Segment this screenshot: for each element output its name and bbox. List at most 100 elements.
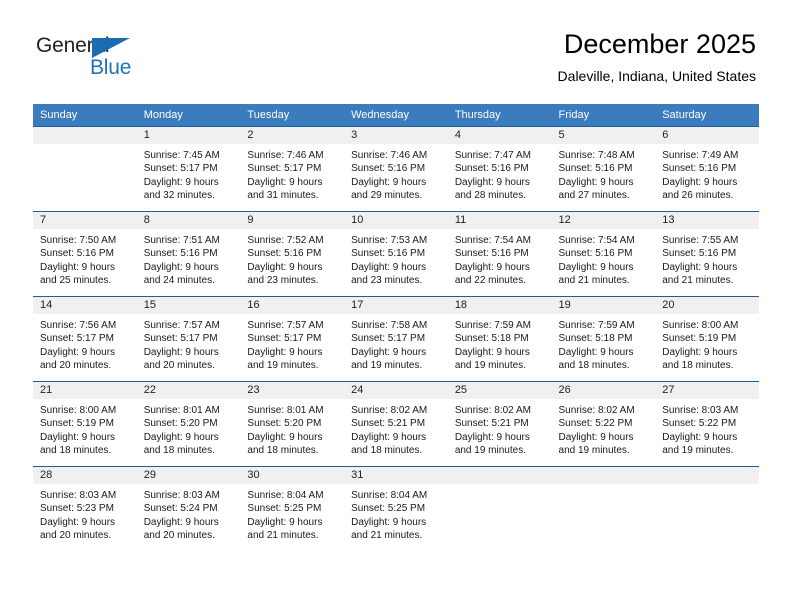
calendar-day-cell[interactable]: 18 Sunrise: 7:59 AM Sunset: 5:18 PM Dayligh…: [447, 296, 552, 382]
weekday-header-tuesday: Tuesday: [240, 104, 345, 127]
daylight-text: Daylight: 9 hours and 18 minutes.: [247, 431, 323, 457]
calendar-day-cell[interactable]: 7 Sunrise: 7:50 AM Sunset: 5:16 PM Daylight…: [33, 211, 137, 297]
day-details: Sunrise: 8:02 AM Sunset: 5:22 PM Daylight:…: [552, 399, 656, 458]
sunset-text: Sunset: 5:17 PM: [143, 333, 218, 345]
calendar-day-cell[interactable]: 20 Sunrise: 8:00 AM Sunset: 5:19 PM Dayligh…: [655, 296, 759, 382]
day-number: 23: [240, 382, 345, 399]
calendar-day-cell[interactable]: 16 Sunrise: 7:57 AM Sunset: 5:17 PM Dayligh…: [240, 296, 345, 382]
calendar-day-cell[interactable]: 4 Sunrise: 7:47 AM Sunset: 5:16 PM Daylight…: [447, 126, 552, 212]
sunrise-text: Sunrise: 8:01 AM: [143, 405, 220, 416]
sunset-text: Sunset: 5:22 PM: [662, 418, 737, 430]
sunset-text: Sunset: 5:19 PM: [40, 418, 114, 430]
calendar-day-cell[interactable]: 2 Sunrise: 7:46 AM Sunset: 5:17 PM Daylight…: [240, 126, 345, 212]
day-details: Sunrise: 8:03 AM Sunset: 5:23 PM Daylight:…: [33, 484, 137, 543]
daylight-text: Daylight: 9 hours and 18 minutes.: [40, 431, 116, 457]
daylight-text: Daylight: 9 hours and 21 minutes.: [558, 261, 634, 287]
day-details: Sunrise: 7:46 AM Sunset: 5:17 PM Daylight:…: [240, 144, 344, 203]
sunrise-text: Sunrise: 7:57 AM: [143, 320, 220, 331]
day-details: Sunrise: 7:56 AM Sunset: 5:17 PM Daylight:…: [33, 314, 137, 373]
day-number: 17: [344, 297, 448, 314]
sunrise-text: Sunrise: 7:51 AM: [143, 235, 220, 246]
daylight-text: Daylight: 9 hours and 24 minutes.: [143, 261, 219, 287]
page-subtitle-location: Daleville, Indiana, United States: [557, 68, 756, 84]
calendar-day-cell[interactable]: 17 Sunrise: 7:58 AM Sunset: 5:17 PM Dayligh…: [344, 296, 448, 382]
calendar-day-cell[interactable]: 13 Sunrise: 7:55 AM Sunset: 5:16 PM Dayligh…: [655, 211, 759, 297]
calendar-day-cell[interactable]: 1 Sunrise: 7:45 AM Sunset: 5:17 PM Daylight…: [136, 126, 241, 212]
calendar-day-cell[interactable]: 21 Sunrise: 8:00 AM Sunset: 5:19 PM Dayligh…: [33, 381, 137, 467]
daylight-text: Daylight: 9 hours and 32 minutes.: [143, 176, 219, 202]
calendar-day-cell[interactable]: 12 Sunrise: 7:54 AM Sunset: 5:16 PM Dayligh…: [551, 211, 656, 297]
day-details: Sunrise: 7:58 AM Sunset: 5:17 PM Daylight:…: [344, 314, 448, 373]
day-details: Sunrise: 7:51 AM Sunset: 5:16 PM Daylight:…: [137, 229, 241, 288]
calendar-day-cell[interactable]: 19 Sunrise: 7:59 AM Sunset: 5:18 PM Dayligh…: [551, 296, 656, 382]
day-details: Sunrise: 7:59 AM Sunset: 5:18 PM Daylight:…: [448, 314, 552, 373]
sunset-text: Sunset: 5:16 PM: [351, 163, 426, 175]
calendar-day-cell[interactable]: 29 Sunrise: 8:03 AM Sunset: 5:24 PM Dayligh…: [136, 466, 241, 551]
calendar-day-cell[interactable]: 8 Sunrise: 7:51 AM Sunset: 5:16 PM Daylight…: [136, 211, 241, 297]
daylight-text: Daylight: 9 hours and 19 minutes.: [558, 431, 634, 457]
daylight-text: Daylight: 9 hours and 23 minutes.: [351, 261, 427, 287]
day-number: 16: [240, 297, 345, 314]
day-number: [33, 127, 137, 144]
calendar-day-cell[interactable]: 14 Sunrise: 7:56 AM Sunset: 5:17 PM Dayligh…: [33, 296, 137, 382]
day-details: Sunrise: 8:02 AM Sunset: 5:21 PM Daylight:…: [448, 399, 552, 458]
sunset-text: Sunset: 5:16 PM: [143, 248, 218, 260]
daylight-text: Daylight: 9 hours and 22 minutes.: [454, 261, 530, 287]
calendar-day-cell[interactable]: 9 Sunrise: 7:52 AM Sunset: 5:16 PM Daylight…: [240, 211, 345, 297]
sunrise-text: Sunrise: 8:04 AM: [351, 490, 428, 501]
calendar-day-cell[interactable]: 23 Sunrise: 8:01 AM Sunset: 5:20 PM Dayligh…: [240, 381, 345, 467]
calendar-day-cell[interactable]: 5 Sunrise: 7:48 AM Sunset: 5:16 PM Daylight…: [551, 126, 656, 212]
calendar-day-cell[interactable]: 31 Sunrise: 8:04 AM Sunset: 5:25 PM Dayligh…: [344, 466, 448, 551]
sunset-text: Sunset: 5:16 PM: [558, 163, 633, 175]
day-details: Sunrise: 8:01 AM Sunset: 5:20 PM Daylight:…: [240, 399, 344, 458]
calendar-day-cell[interactable]: 3 Sunrise: 7:46 AM Sunset: 5:16 PM Daylight…: [344, 126, 448, 212]
sunrise-text: Sunrise: 7:54 AM: [454, 235, 531, 246]
sunset-text: Sunset: 5:17 PM: [247, 163, 322, 175]
calendar-day-cell[interactable]: 15 Sunrise: 7:57 AM Sunset: 5:17 PM Dayligh…: [136, 296, 241, 382]
daylight-text: Daylight: 9 hours and 19 minutes.: [247, 346, 323, 372]
general-blue-logo[interactable]: General Blue: [36, 34, 166, 86]
sunrise-text: Sunrise: 8:04 AM: [247, 490, 324, 501]
daylight-text: Daylight: 9 hours and 21 minutes.: [662, 261, 738, 287]
calendar-day-cell[interactable]: 28 Sunrise: 8:03 AM Sunset: 5:23 PM Dayligh…: [33, 466, 137, 551]
sunrise-text: Sunrise: 7:47 AM: [454, 150, 531, 161]
day-number: [447, 467, 552, 484]
sunset-text: Sunset: 5:19 PM: [662, 333, 737, 345]
calendar-week-row: 7 Sunrise: 7:50 AM Sunset: 5:16 PM Daylight…: [33, 211, 759, 297]
calendar-day-cell[interactable]: 11 Sunrise: 7:54 AM Sunset: 5:16 PM Dayligh…: [447, 211, 552, 297]
day-number: 29: [136, 467, 241, 484]
day-number: 24: [344, 382, 448, 399]
daylight-text: Daylight: 9 hours and 25 minutes.: [40, 261, 116, 287]
daylight-text: Daylight: 9 hours and 21 minutes.: [247, 516, 323, 542]
weekday-header-sunday: Sunday: [33, 104, 137, 127]
calendar-day-cell[interactable]: 25 Sunrise: 8:02 AM Sunset: 5:21 PM Dayligh…: [447, 381, 552, 467]
day-details: Sunrise: 7:48 AM Sunset: 5:16 PM Daylight:…: [552, 144, 656, 203]
day-details: Sunrise: 8:03 AM Sunset: 5:22 PM Daylight:…: [655, 399, 759, 458]
sunrise-text: Sunrise: 7:52 AM: [247, 235, 324, 246]
day-number: [655, 467, 759, 484]
sunrise-text: Sunrise: 7:50 AM: [40, 235, 117, 246]
day-number: 2: [240, 127, 345, 144]
sunrise-text: Sunrise: 7:49 AM: [662, 150, 739, 161]
sunset-text: Sunset: 5:21 PM: [454, 418, 529, 430]
day-number: 27: [655, 382, 759, 399]
calendar-day-cell[interactable]: 27 Sunrise: 8:03 AM Sunset: 5:22 PM Dayligh…: [655, 381, 759, 467]
sunrise-text: Sunrise: 7:53 AM: [351, 235, 428, 246]
day-details: Sunrise: 7:54 AM Sunset: 5:16 PM Daylight:…: [448, 229, 552, 288]
weekday-header-row: Sunday Monday Tuesday Wednesday Thursday…: [33, 104, 759, 127]
calendar-day-cell[interactable]: 6 Sunrise: 7:49 AM Sunset: 5:16 PM Daylight…: [655, 126, 759, 212]
day-details: Sunrise: 7:54 AM Sunset: 5:16 PM Daylight:…: [552, 229, 656, 288]
day-details: Sunrise: 8:02 AM Sunset: 5:21 PM Daylight:…: [344, 399, 448, 458]
day-number: 18: [447, 297, 552, 314]
sunset-text: Sunset: 5:16 PM: [351, 248, 426, 260]
calendar-day-cell[interactable]: 22 Sunrise: 8:01 AM Sunset: 5:20 PM Dayligh…: [136, 381, 241, 467]
calendar-day-cell[interactable]: 30 Sunrise: 8:04 AM Sunset: 5:25 PM Dayligh…: [240, 466, 345, 551]
calendar-day-cell[interactable]: 26 Sunrise: 8:02 AM Sunset: 5:22 PM Dayligh…: [551, 381, 656, 467]
sunset-text: Sunset: 5:17 PM: [143, 163, 218, 175]
calendar-day-cell[interactable]: 24 Sunrise: 8:02 AM Sunset: 5:21 PM Dayligh…: [344, 381, 448, 467]
sunset-text: Sunset: 5:16 PM: [247, 248, 322, 260]
day-number: 5: [551, 127, 656, 144]
day-details: Sunrise: 7:57 AM Sunset: 5:17 PM Daylight:…: [137, 314, 241, 373]
calendar-day-cell[interactable]: 10 Sunrise: 7:53 AM Sunset: 5:16 PM Dayligh…: [344, 211, 448, 297]
day-number: 1: [136, 127, 241, 144]
